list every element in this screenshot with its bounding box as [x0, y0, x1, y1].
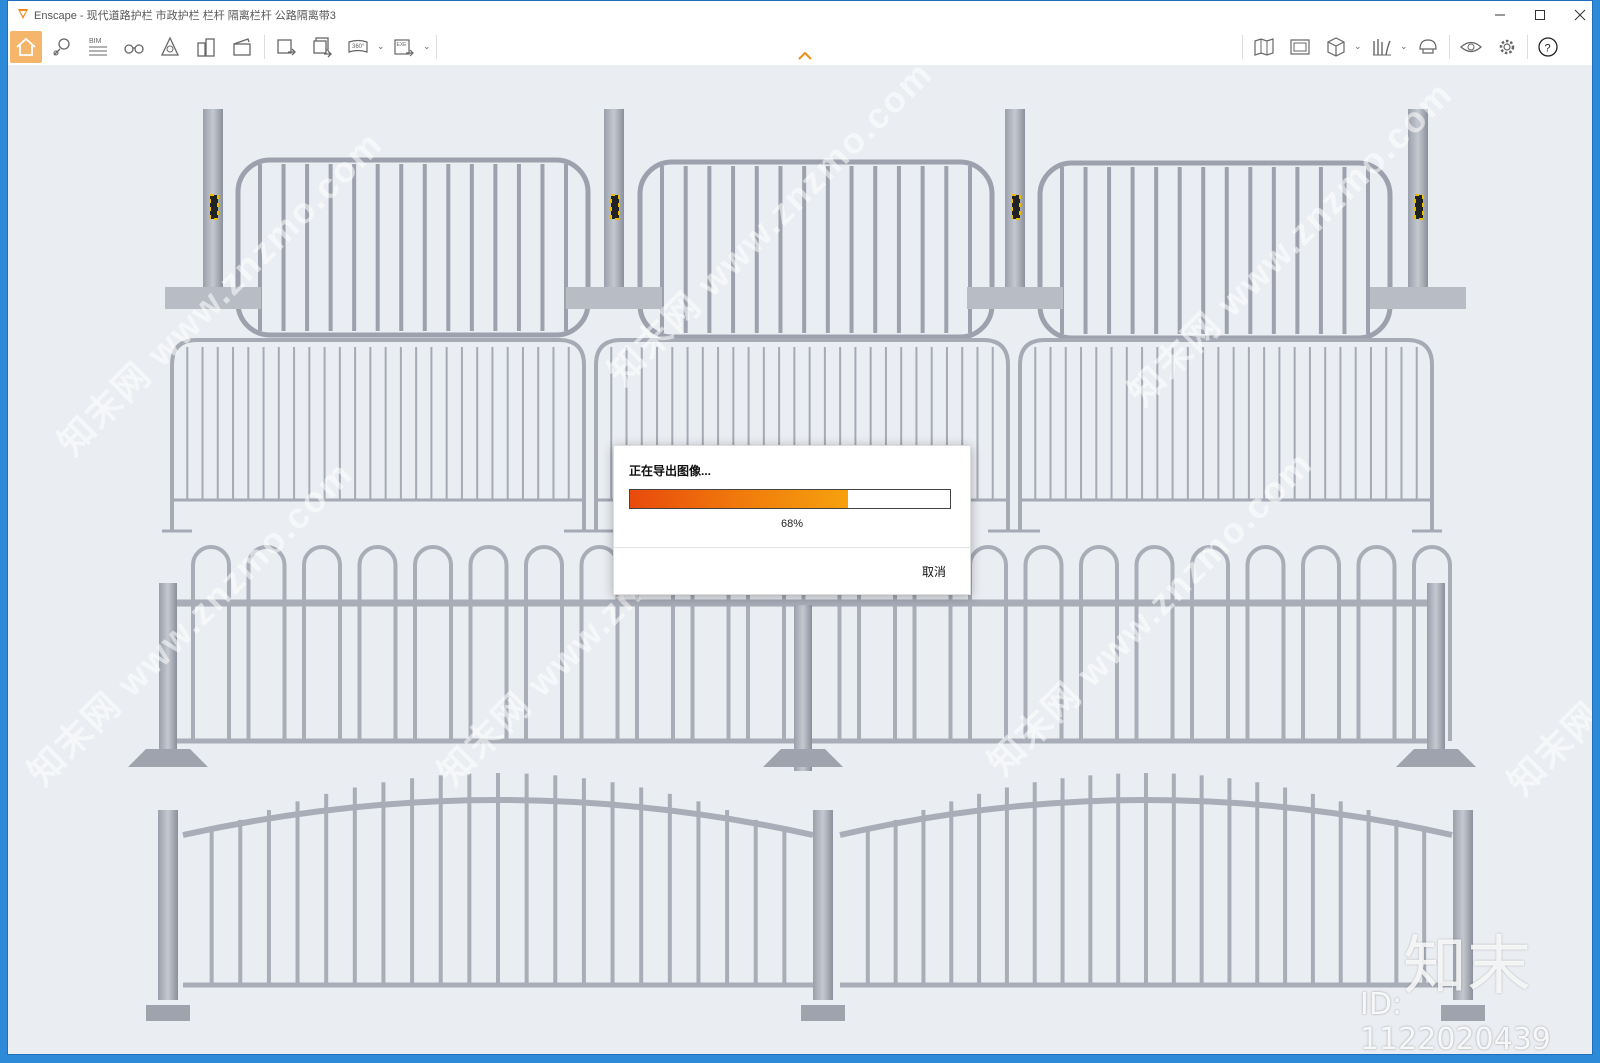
railing-post: [813, 810, 833, 1000]
bim-button[interactable]: BIM: [82, 31, 114, 63]
video-editor-button[interactable]: [226, 31, 258, 63]
gear-icon: [1499, 39, 1515, 55]
bim-label: BIM: [89, 38, 102, 45]
location-pin-icon: [53, 38, 70, 56]
progress-label: 68%: [780, 518, 804, 530]
gallery-icon: [1290, 39, 1310, 55]
dialog-title: 正在导出图像...: [629, 464, 712, 478]
panorama-360-icon: 360°: [348, 39, 368, 53]
collapse-toolbar-icon[interactable]: [798, 51, 812, 61]
bookshelf-icon: [1373, 39, 1391, 56]
railing-post: [794, 605, 812, 771]
views-button[interactable]: [46, 31, 78, 63]
toolbar-separator: [1242, 35, 1243, 59]
arch-bar: [413, 545, 453, 741]
arch-bar: [1301, 545, 1341, 741]
maximize-icon: [1535, 10, 1545, 20]
binoculars-icon: [124, 44, 144, 54]
help-icon: ?: [1538, 37, 1558, 57]
toolbar-separator: [264, 35, 265, 59]
batch-render-button[interactable]: [306, 31, 338, 63]
home-icon: [16, 37, 36, 56]
walk-mode-button[interactable]: [118, 31, 150, 63]
site-context-button[interactable]: [190, 31, 222, 63]
cube-icon: [1327, 37, 1345, 57]
batch-export-icon: [313, 37, 332, 58]
gallery-button[interactable]: [1284, 31, 1316, 63]
materials-dropdown-icon[interactable]: ⌄: [1400, 41, 1408, 52]
map-icon: [1254, 38, 1274, 56]
screenshot-button[interactable]: [270, 31, 302, 63]
home-button[interactable]: [10, 31, 42, 63]
arch-bar: [1245, 545, 1286, 741]
exe-export-button[interactable]: EXE: [388, 31, 420, 63]
assets-icon: [160, 36, 180, 56]
dialog-divider: [614, 547, 970, 548]
exe-export-icon: EXE: [394, 39, 414, 57]
exe-dropdown-icon[interactable]: ⌄: [423, 41, 431, 52]
close-button[interactable]: [1560, 1, 1592, 29]
materials-button[interactable]: [1366, 31, 1398, 63]
asset-library-button[interactable]: [154, 31, 186, 63]
arch-bar: [302, 545, 342, 741]
railing-post: [1427, 583, 1445, 749]
objects-dropdown-icon[interactable]: ⌄: [1354, 41, 1362, 52]
objects-button[interactable]: [1320, 31, 1352, 63]
toolbar-separator: [436, 35, 437, 59]
railing-post: [158, 810, 178, 1000]
toolbar-separator: [1527, 35, 1528, 59]
export-progress-dialog: 正在导出图像... 68% 取消: [613, 445, 971, 595]
window-title: Enscape - 现代道路护栏 市政护栏 栏杆 隔离栏杆 公路隔离带3: [34, 10, 336, 22]
exe-label: EXE: [397, 42, 408, 48]
progress-fill: [630, 490, 848, 508]
minimize-button[interactable]: [1480, 1, 1520, 29]
pano-label: 360°: [352, 44, 365, 50]
settings-button[interactable]: [1491, 31, 1523, 63]
arch-bar: [357, 545, 398, 741]
arch-bar: [968, 545, 1008, 741]
vr-button[interactable]: [1412, 31, 1444, 63]
clapper-icon: [233, 38, 251, 56]
close-icon: [1574, 9, 1586, 21]
buildings-icon: [197, 38, 215, 57]
toolbar-separator: [1449, 35, 1450, 59]
bim-icon: BIM: [89, 38, 107, 56]
svg-text:?: ?: [1545, 43, 1551, 55]
arch-bar: [1356, 545, 1397, 741]
eye-icon: [1460, 41, 1482, 53]
minimize-icon: [1495, 14, 1505, 16]
enscape-logo-icon: [18, 9, 28, 19]
title-bar: Enscape - 现代道路护栏 市政护栏 栏杆 隔离栏杆 公路隔离带3: [8, 1, 1592, 29]
cancel-button[interactable]: 取消: [922, 563, 946, 580]
panorama-button[interactable]: 360°: [342, 31, 374, 63]
image-id: ID: 1122020439: [1360, 987, 1551, 1054]
map-button[interactable]: [1248, 31, 1280, 63]
panorama-dropdown-icon[interactable]: ⌄: [377, 41, 385, 52]
progress-bar: [629, 489, 951, 509]
helmet-icon: [1419, 39, 1437, 54]
help-button[interactable]: ?: [1532, 31, 1564, 63]
visual-settings-button[interactable]: [1455, 31, 1487, 63]
maximize-button[interactable]: [1520, 1, 1560, 29]
screenshot-export-icon: [277, 39, 296, 56]
